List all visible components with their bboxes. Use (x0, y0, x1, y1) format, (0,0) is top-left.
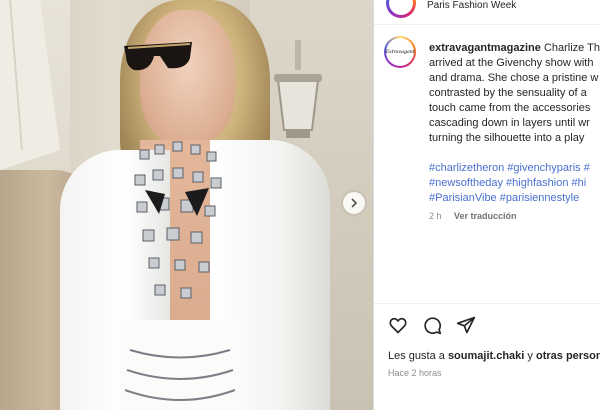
heart-icon[interactable] (388, 315, 408, 335)
caption-age: 2 h (429, 211, 442, 221)
caption-meta: 2 h Ver traducción (429, 211, 517, 221)
likes-summary: Les gusta a soumajit.chaki y otras perso… (388, 350, 600, 362)
caption-line: turning the silhouette into a play (429, 132, 585, 144)
author-username[interactable]: extravagantmagazine (429, 42, 541, 54)
sunglasses (124, 42, 192, 71)
likes-prefix: Les gusta a (388, 350, 445, 362)
likes-suffix: y (527, 350, 533, 362)
crystal-necklace (125, 141, 235, 401)
caption-line: touch came from the accessories (429, 102, 591, 114)
post-header: Paris Fashion Week (374, 0, 600, 25)
chevron-right-icon (351, 198, 358, 208)
street-lamp (274, 40, 322, 138)
author-avatar-inner: Extravagant (385, 38, 415, 66)
post-caption: extravagantmagazine Charlize Th arrived … (429, 41, 600, 146)
share-icon[interactable] (456, 315, 476, 335)
author-avatar-logo: Extravagant (385, 49, 415, 55)
hashtag-line[interactable]: #charlizetheron #givenchyparis # (429, 161, 600, 176)
face (140, 10, 235, 145)
post-timestamp: Hace 2 horas (388, 368, 442, 378)
caption-line: cascading down in layers until wr (429, 117, 590, 129)
next-image-button[interactable] (343, 192, 365, 214)
liker-username[interactable]: soumajit.chaki (448, 350, 524, 362)
hashtag-line[interactable]: #ParisianVibe #parisiennestyle (429, 191, 600, 206)
hashtag-list: #charlizetheron #givenchyparis # #newsof… (429, 161, 600, 206)
translate-button[interactable]: Ver traducción (454, 211, 517, 221)
caption-line-1: extravagantmagazine Charlize Th (429, 41, 600, 56)
actions-divider (374, 303, 600, 304)
umbrella-shape (0, 0, 60, 170)
likes-others[interactable]: otras person (536, 350, 600, 362)
caption-line: contrasted by the sensuality of a (429, 87, 587, 99)
location-link[interactable]: Paris Fashion Week (427, 0, 516, 11)
header-avatar[interactable] (386, 0, 416, 18)
caption-line: arrived at the Givenchy show with (429, 57, 594, 69)
hashtag-line[interactable]: #newsoftheday #highfashion #hi (429, 176, 600, 191)
comment-icon[interactable] (422, 315, 442, 335)
caption-line: and drama. She chose a pristine w (429, 72, 599, 84)
author-avatar[interactable]: Extravagant (384, 36, 416, 68)
post-details-panel: Paris Fashion Week Extravagant extravaga… (374, 0, 600, 410)
post-photo[interactable] (0, 0, 373, 410)
caption-text: Charlize Th (543, 42, 600, 54)
